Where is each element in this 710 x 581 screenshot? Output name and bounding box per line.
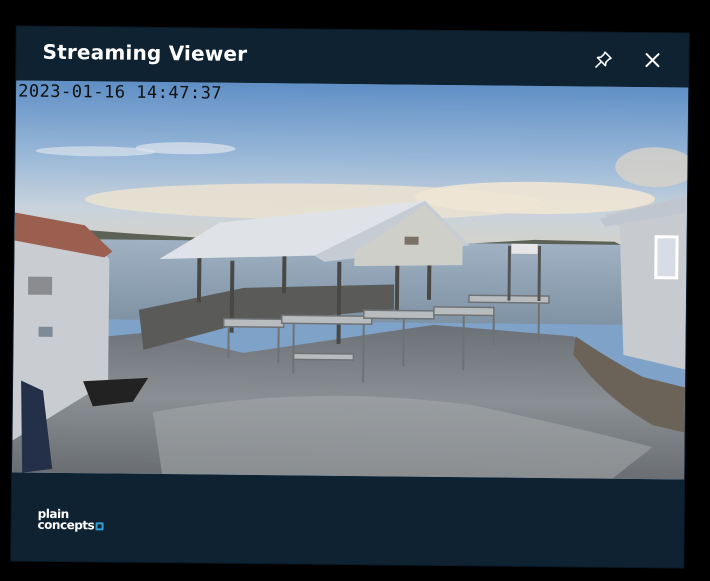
close-icon [645,53,660,68]
stream-timestamp: 2023-01-16 14:47:37 [18,81,223,104]
footer: plain concepts [11,472,684,567]
logo-text-line2: concepts [37,517,104,533]
streaming-viewer-window: Streaming Viewer 2023-01-16 14:47:37 pla… [11,26,689,568]
window-title: Streaming Viewer [42,39,248,66]
pin-button[interactable] [590,47,616,73]
plain-concepts-logo: plain concepts [37,507,104,533]
pin-icon [595,51,612,68]
title-bar: Streaming Viewer [16,26,689,87]
logo-mark-icon [95,522,104,531]
close-button[interactable] [639,47,665,73]
video-stream[interactable]: 2023-01-16 14:47:37 [12,80,689,480]
logo-text-line2-word: concepts [37,517,95,533]
harbor-camera-frame [12,80,689,480]
